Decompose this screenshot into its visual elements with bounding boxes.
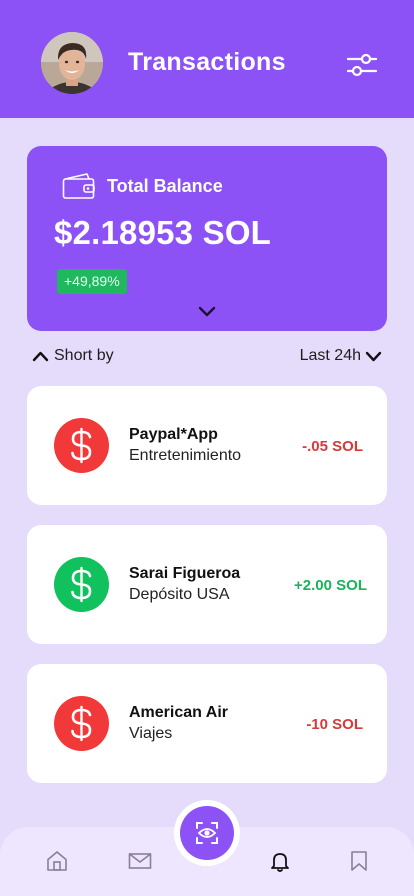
scan-button[interactable]	[174, 800, 240, 866]
sort-row: Short by Last 24h	[32, 347, 382, 369]
avatar-photo	[41, 32, 103, 94]
transaction-card[interactable]: Sarai Figueroa Depósito USA +2.00 SOL	[27, 525, 387, 644]
transaction-card[interactable]: American Air Viajes -10 SOL	[27, 664, 387, 783]
transaction-amount: -10 SOL	[306, 716, 363, 733]
balance-amount: $2.18953 SOL	[54, 214, 272, 251]
sliders-icon	[346, 53, 378, 77]
period-label: Last 24h	[299, 347, 361, 364]
nav-notifications[interactable]	[268, 849, 292, 873]
chevron-down-icon	[198, 306, 216, 317]
transaction-name: Sarai Figueroa	[129, 565, 241, 582]
transaction-amount: -.05 SOL	[302, 438, 363, 455]
nav-mail[interactable]	[128, 849, 152, 873]
page-title: Transactions	[128, 48, 286, 76]
app-header: Transactions	[0, 0, 414, 118]
dollar-icon	[54, 696, 109, 751]
balance-card: Total Balance $2.18953 SOL +49,89%	[27, 146, 387, 331]
nav-bookmarks[interactable]	[347, 849, 371, 873]
transaction-category: Depósito USA	[129, 586, 230, 603]
bookmark-icon	[351, 851, 367, 871]
bell-icon	[271, 853, 289, 872]
transaction-amount: +2.00 SOL	[294, 577, 367, 594]
transaction-name: Paypal*App	[129, 426, 218, 443]
expand-balance-button[interactable]	[197, 304, 217, 318]
balance-label: Total Balance	[107, 176, 223, 196]
nav-home[interactable]	[45, 849, 69, 873]
dollar-icon	[54, 557, 109, 612]
filter-button[interactable]	[346, 50, 378, 80]
scan-button-inner	[180, 806, 234, 860]
chevron-up-icon	[32, 351, 49, 362]
mail-icon	[128, 853, 152, 869]
dollar-icon	[54, 418, 109, 473]
home-icon	[47, 851, 67, 871]
transaction-card[interactable]: Paypal*App Entretenimiento -.05 SOL	[27, 386, 387, 505]
change-badge: +49,89%	[57, 269, 127, 294]
scan-icon	[196, 822, 218, 844]
user-avatar[interactable]	[41, 32, 103, 94]
transaction-category: Entretenimiento	[129, 447, 242, 464]
period-dropdown[interactable]: Last 24h	[300, 347, 382, 365]
chevron-down-icon	[365, 351, 382, 362]
sort-by-button[interactable]: Short by	[32, 347, 114, 365]
wallet-icon	[62, 173, 95, 199]
transaction-name: American Air	[129, 704, 228, 721]
transaction-category: Viajes	[129, 725, 173, 742]
sort-by-label: Short by	[54, 347, 114, 364]
